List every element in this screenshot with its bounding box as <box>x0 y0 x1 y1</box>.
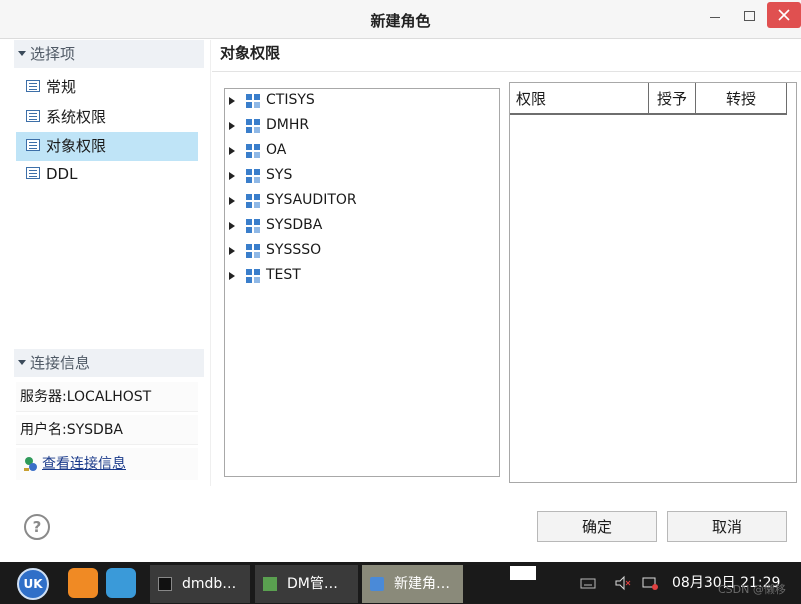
schema-icon <box>246 94 260 108</box>
schema-icon <box>246 119 260 133</box>
schema-icon <box>246 144 260 158</box>
tree-item-label: SYSSSO <box>266 242 322 258</box>
taskbar-item-label: dmdb… <box>182 576 237 592</box>
column-header-grant[interactable]: 授予 <box>649 83 696 113</box>
collapse-triangle-icon <box>18 360 26 365</box>
list-icon <box>26 110 40 122</box>
privilege-grid[interactable]: 权限 授予 转授 <box>509 82 797 483</box>
expand-arrow-icon[interactable] <box>229 222 235 230</box>
expand-arrow-icon[interactable] <box>229 197 235 205</box>
tray-blank-window <box>510 566 536 580</box>
schema-icon <box>246 244 260 258</box>
taskbar-item-label: DM管… <box>287 576 338 592</box>
header-divider <box>212 71 801 72</box>
tree-item-sys[interactable]: SYS <box>225 164 495 189</box>
tree-item-sysauditor[interactable]: SYSAUDITOR <box>225 189 495 214</box>
keyboard-icon[interactable] <box>580 574 596 592</box>
server-info: 服务器:LOCALHOST <box>16 382 198 412</box>
start-menu-button[interactable]: UK <box>17 568 49 600</box>
tree-item-label: TEST <box>266 267 301 283</box>
view-connection-link[interactable]: 查看连接信息 <box>42 448 126 480</box>
grid-header: 权限 授予 转授 <box>510 83 787 115</box>
tree-item-test[interactable]: TEST <box>225 264 495 289</box>
file-manager-icon[interactable] <box>106 568 136 598</box>
column-header-privilege[interactable]: 权限 <box>510 83 649 113</box>
list-icon <box>26 139 40 151</box>
tree-item-label: SYSAUDITOR <box>266 192 357 208</box>
expand-arrow-icon[interactable] <box>229 122 235 130</box>
schema-icon <box>246 269 260 283</box>
dm-manager-icon <box>263 577 277 591</box>
tree-item-label: OA <box>266 142 287 158</box>
taskbar-item-label: 新建角… <box>394 576 450 592</box>
tree-item-sysdba[interactable]: SYSDBA <box>225 214 495 239</box>
column-header-regrant[interactable]: 转授 <box>696 83 787 113</box>
sidebar-item-label: 系统权限 <box>46 108 107 126</box>
connection-icon <box>24 457 37 471</box>
close-icon <box>778 9 790 21</box>
sidebar: 选择项 常规 系统权限 对象权限 DDL 连接信息 服务器:LOCALHOST … <box>12 40 206 486</box>
close-button[interactable] <box>767 2 801 28</box>
user-value: SYSDBA <box>66 422 124 438</box>
maximize-button[interactable] <box>737 6 761 28</box>
browser-icon[interactable] <box>68 568 98 598</box>
sidebar-item-system-privileges[interactable]: 系统权限 <box>16 104 198 130</box>
tree-item-label: DMHR <box>266 117 310 133</box>
expand-arrow-icon[interactable] <box>229 147 235 155</box>
user-info: 用户名:SYSDBA <box>16 415 198 445</box>
collapse-triangle-icon <box>18 51 26 56</box>
sidebar-item-label: 对象权限 <box>46 137 107 155</box>
ok-button[interactable]: 确定 <box>537 511 657 542</box>
taskbar-item-dm-manager[interactable]: DM管… <box>255 565 358 603</box>
sidebar-item-label: 常规 <box>46 78 77 96</box>
expand-arrow-icon[interactable] <box>229 272 235 280</box>
section-title: 连接信息 <box>30 354 91 372</box>
taskbar: UK dmdb… DM管… 新建角… 08月30日 21:29 CSDN @懒移 <box>0 562 801 604</box>
page-title: 对象权限 <box>220 44 281 62</box>
tree-item-label: SYS <box>266 167 293 183</box>
select-section-header[interactable]: 选择项 <box>14 40 204 68</box>
watermark: CSDN @懒移 <box>718 583 786 596</box>
volume-muted-icon[interactable] <box>614 574 632 592</box>
minimize-button[interactable] <box>703 6 727 28</box>
taskbar-item-new-role[interactable]: 新建角… <box>362 565 463 603</box>
sidebar-item-general[interactable]: 常规 <box>16 74 198 100</box>
expand-arrow-icon[interactable] <box>229 247 235 255</box>
expand-arrow-icon[interactable] <box>229 172 235 180</box>
section-title: 选择项 <box>30 45 76 63</box>
list-icon <box>26 80 40 92</box>
list-icon <box>26 167 40 179</box>
user-label: 用户名: <box>20 422 67 438</box>
tree-item-label: SYSDBA <box>266 217 323 233</box>
terminal-icon <box>158 577 172 591</box>
sidebar-item-label: DDL <box>46 165 78 183</box>
help-button[interactable]: ? <box>24 514 50 540</box>
schema-tree[interactable]: CTISYS DMHR OA SYS SYSAUDITOR SYSDBA SYS… <box>224 88 500 477</box>
schema-icon <box>246 219 260 233</box>
tree-item-oa[interactable]: OA <box>225 139 495 164</box>
server-label: 服务器: <box>20 389 67 405</box>
java-icon <box>370 577 384 591</box>
tree-item-syssso[interactable]: SYSSSO <box>225 239 495 264</box>
server-value: LOCALHOST <box>66 389 152 405</box>
tree-item-label: CTISYS <box>266 92 315 108</box>
schema-icon <box>246 169 260 183</box>
window-title: 新建角色 <box>370 12 431 30</box>
sidebar-item-object-privileges[interactable]: 对象权限 <box>16 132 198 161</box>
tree-item-dmhr[interactable]: DMHR <box>225 114 495 139</box>
expand-arrow-icon[interactable] <box>229 97 235 105</box>
tree-item-ctisys[interactable]: CTISYS <box>225 89 495 114</box>
connection-section-header[interactable]: 连接信息 <box>14 349 204 377</box>
panel-divider <box>210 40 211 486</box>
taskbar-item-terminal[interactable]: dmdb… <box>150 565 250 603</box>
sidebar-item-ddl[interactable]: DDL <box>16 161 198 187</box>
view-connection-info[interactable]: 查看连接信息 <box>16 448 198 480</box>
schema-icon <box>246 194 260 208</box>
title-bar: 新建角色 <box>0 0 801 39</box>
network-icon[interactable] <box>641 574 659 592</box>
cancel-button[interactable]: 取消 <box>667 511 787 542</box>
